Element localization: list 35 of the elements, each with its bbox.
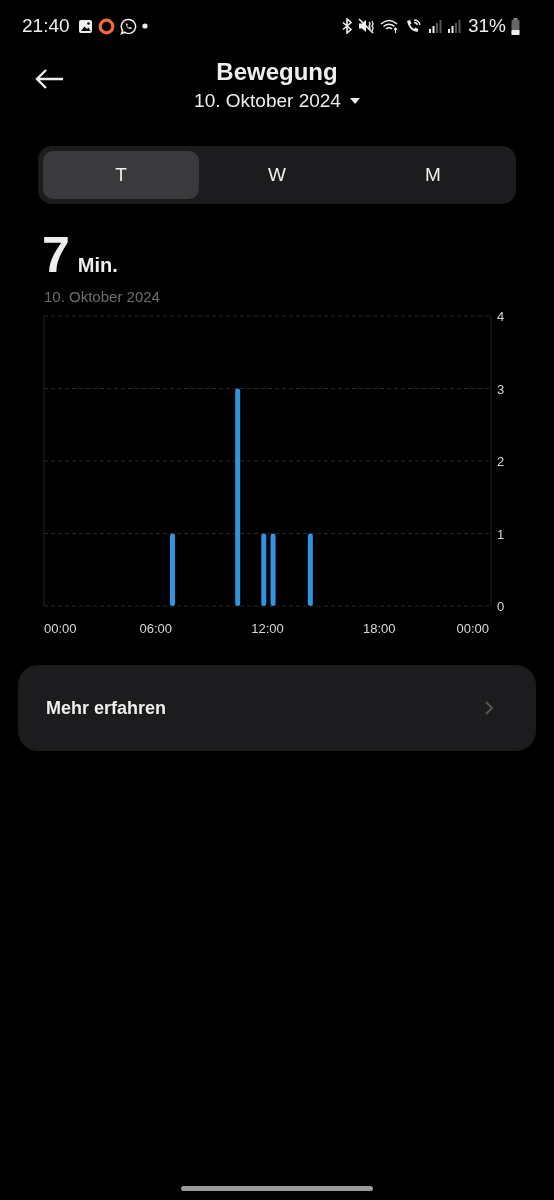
chat-icon xyxy=(119,17,137,35)
x-tick-label: 12:00 xyxy=(251,621,284,636)
period-tab[interactable]: T xyxy=(43,151,199,199)
summary-date: 10. Oktober 2024 xyxy=(43,287,161,305)
y-tick-label: 4 xyxy=(497,309,505,324)
total-value: 7 xyxy=(42,230,70,280)
chevron-right-icon xyxy=(484,700,494,716)
wifi-icon xyxy=(379,18,400,34)
x-tick-label: 18:00 xyxy=(363,621,396,636)
total-unit: Min. xyxy=(77,254,118,277)
battery-percent: 31% xyxy=(467,15,506,37)
status-time: 21:40 xyxy=(22,15,70,37)
x-tick-label: 06:00 xyxy=(139,621,172,636)
y-tick-label: 2 xyxy=(497,454,505,469)
signal-icon xyxy=(446,19,461,33)
period-tab[interactable]: M xyxy=(355,151,511,199)
date-picker[interactable]: 10. Oktober 2024 xyxy=(194,90,360,112)
caret-icon xyxy=(349,98,360,104)
ring-icon xyxy=(97,17,115,35)
screen-title: Bewegung xyxy=(216,58,338,86)
wifi-call-icon xyxy=(404,18,423,34)
mute-icon xyxy=(357,18,375,34)
signal-icon xyxy=(427,19,442,33)
y-tick-label: 3 xyxy=(497,381,505,397)
battery-icon xyxy=(511,17,520,35)
bluetooth-icon xyxy=(340,18,353,34)
period-tab[interactable]: W xyxy=(199,151,355,199)
x-tick-label: 00:00 xyxy=(456,621,489,636)
gallery-icon xyxy=(77,18,93,34)
back-arrow-icon[interactable] xyxy=(35,68,65,90)
more-card[interactable]: Mehr erfahren xyxy=(18,665,536,751)
y-tick-label: 0 xyxy=(497,599,505,614)
x-tick-label: 00:00 xyxy=(44,621,77,636)
dot-icon xyxy=(141,23,148,29)
y-tick-label: 1 xyxy=(497,526,505,542)
